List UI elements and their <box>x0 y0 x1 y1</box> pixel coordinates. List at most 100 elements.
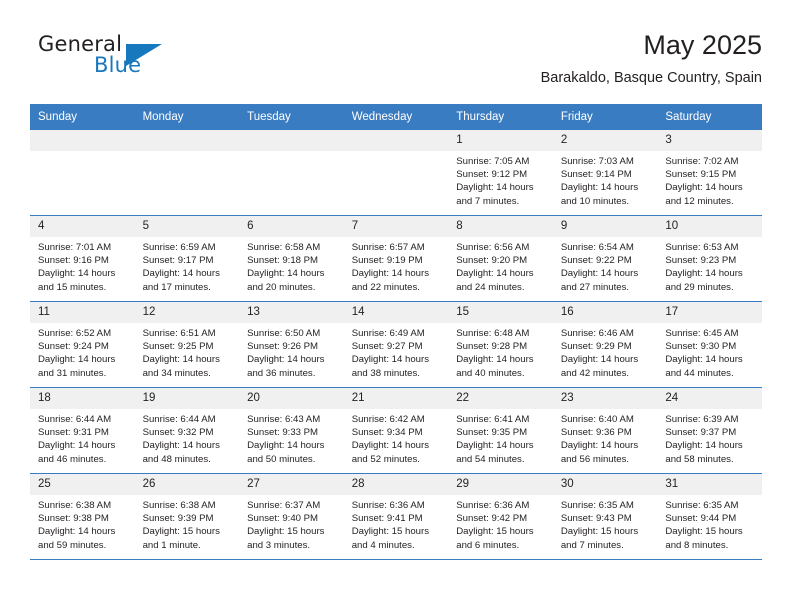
daylight-duration-line1: Daylight: 14 hours <box>560 354 639 366</box>
calendar-day-cell[interactable]: 15 Sunrise: 6:48 AM Sunset: 9:28 PM Dayligh… <box>448 301 553 388</box>
calendar-week-row: 18 Sunrise: 6:44 AM Sunset: 9:31 PM Dayligh… <box>30 387 762 474</box>
day-details: Sunrise: 6:45 AM Sunset: 9:30 PM Daylight:… <box>657 323 762 380</box>
calendar-day-cell[interactable]: 29 Sunrise: 6:36 AM Sunset: 9:42 PM Dayligh… <box>448 473 553 560</box>
calendar-day-cell[interactable]: 14 Sunrise: 6:49 AM Sunset: 9:27 PM Dayligh… <box>343 301 449 388</box>
calendar-day-cell[interactable]: 23 Sunrise: 6:40 AM Sunset: 9:36 PM Dayligh… <box>552 387 658 474</box>
day-cell-inner: 8 Sunrise: 6:56 AM Sunset: 9:20 PM Daylight… <box>448 216 553 301</box>
calendar-day-cell[interactable]: 11 Sunrise: 6:52 AM Sunset: 9:24 PM Dayligh… <box>30 301 135 388</box>
day-number: 29 <box>448 474 553 495</box>
calendar-day-cell[interactable]: 3 Sunrise: 7:02 AM Sunset: 9:15 PM Daylight… <box>657 130 762 216</box>
page-header: General Blue May 2025 Barakaldo, Basque … <box>30 28 762 96</box>
day-number: 4 <box>30 216 135 237</box>
sunrise-time: Sunrise: 6:46 AM <box>560 328 634 339</box>
daylight-duration-line2: and 46 minutes. <box>38 453 107 465</box>
day-details: Sunrise: 7:02 AM Sunset: 9:15 PM Daylight:… <box>657 151 762 208</box>
calendar-grid: Sunday Monday Tuesday Wednesday Thursday… <box>30 104 762 560</box>
day-cell-inner: 31 Sunrise: 6:35 AM Sunset: 9:44 PM Dayligh… <box>657 474 762 559</box>
daylight-duration-line1: Daylight: 15 hours <box>456 526 534 538</box>
day-number: 27 <box>239 474 344 495</box>
calendar-day-cell[interactable]: 24 Sunrise: 6:39 AM Sunset: 9:37 PM Dayligh… <box>657 387 762 474</box>
day-details: Sunrise: 6:49 AM Sunset: 9:27 PM Daylight:… <box>344 323 449 380</box>
day-number: 19 <box>134 388 240 409</box>
calendar-day-cell[interactable]: 25 Sunrise: 6:38 AM Sunset: 9:38 PM Dayligh… <box>30 473 135 560</box>
calendar-day-cell[interactable]: 5 Sunrise: 6:59 AM Sunset: 9:17 PM Daylight… <box>134 215 240 302</box>
daylight-duration-line1: Daylight: 14 hours <box>456 268 534 280</box>
sunrise-time: Sunrise: 6:43 AM <box>247 414 321 425</box>
day-cell-inner: 16 Sunrise: 6:46 AM Sunset: 9:29 PM Dayligh… <box>552 302 658 387</box>
weekday-header-sunday: Sunday <box>30 104 135 130</box>
sunset-time: Sunset: 9:30 PM <box>665 341 737 353</box>
calendar-day-cell[interactable]: 9 Sunrise: 6:54 AM Sunset: 9:22 PM Daylight… <box>552 215 658 302</box>
calendar-day-cell[interactable]: 2 Sunrise: 7:03 AM Sunset: 9:14 PM Daylight… <box>552 130 658 216</box>
calendar-day-cell[interactable]: 27 Sunrise: 6:37 AM Sunset: 9:40 PM Dayligh… <box>239 473 344 560</box>
day-cell-inner: 3 Sunrise: 7:02 AM Sunset: 9:15 PM Daylight… <box>657 130 762 215</box>
sunset-time: Sunset: 9:32 PM <box>142 427 214 439</box>
sunset-time: Sunset: 9:40 PM <box>247 513 319 525</box>
calendar-day-cell[interactable]: 30 Sunrise: 6:35 AM Sunset: 9:43 PM Dayligh… <box>552 473 658 560</box>
daylight-duration-line2: and 10 minutes. <box>560 195 630 207</box>
general-blue-logo[interactable]: General Blue <box>30 32 210 90</box>
day-cell-inner: 23 Sunrise: 6:40 AM Sunset: 9:36 PM Dayligh… <box>552 388 658 473</box>
day-details: Sunrise: 6:40 AM Sunset: 9:36 PM Daylight:… <box>553 409 658 466</box>
sunrise-time: Sunrise: 6:53 AM <box>665 242 739 253</box>
daylight-duration-line1: Daylight: 14 hours <box>351 440 430 452</box>
calendar-day-cell[interactable]: 21 Sunrise: 6:42 AM Sunset: 9:34 PM Dayligh… <box>343 387 449 474</box>
daylight-duration-line1: Daylight: 14 hours <box>560 268 639 280</box>
calendar-day-cell[interactable]: 22 Sunrise: 6:41 AM Sunset: 9:35 PM Dayligh… <box>448 387 553 474</box>
calendar-day-cell[interactable]: 8 Sunrise: 6:56 AM Sunset: 9:20 PM Daylight… <box>448 215 553 302</box>
day-cell-inner: 15 Sunrise: 6:48 AM Sunset: 9:28 PM Dayligh… <box>448 302 553 387</box>
calendar-day-cell-empty <box>239 130 344 216</box>
day-number: 2 <box>552 130 658 151</box>
sunset-time: Sunset: 9:26 PM <box>247 341 319 353</box>
calendar-day-cell[interactable]: 16 Sunrise: 6:46 AM Sunset: 9:29 PM Dayligh… <box>552 301 658 388</box>
daylight-duration-line2: and 22 minutes. <box>351 281 420 293</box>
daylight-duration-line2: and 7 minutes. <box>456 195 520 207</box>
day-number: 7 <box>343 216 449 237</box>
day-number: 28 <box>343 474 449 495</box>
day-details: Sunrise: 6:44 AM Sunset: 9:32 PM Daylight:… <box>135 409 240 466</box>
sunset-time: Sunset: 9:34 PM <box>351 427 423 439</box>
calendar-day-cell[interactable]: 20 Sunrise: 6:43 AM Sunset: 9:33 PM Dayligh… <box>239 387 344 474</box>
daylight-duration-line2: and 50 minutes. <box>247 453 316 465</box>
calendar-day-cell[interactable]: 31 Sunrise: 6:35 AM Sunset: 9:44 PM Dayligh… <box>657 473 762 560</box>
sunrise-time: Sunrise: 6:45 AM <box>665 328 739 339</box>
calendar-day-cell[interactable]: 26 Sunrise: 6:38 AM Sunset: 9:39 PM Dayligh… <box>134 473 240 560</box>
sunrise-time: Sunrise: 6:38 AM <box>38 500 112 511</box>
calendar-day-cell[interactable]: 13 Sunrise: 6:50 AM Sunset: 9:26 PM Dayligh… <box>239 301 344 388</box>
calendar-day-cell[interactable]: 6 Sunrise: 6:58 AM Sunset: 9:18 PM Daylight… <box>239 215 344 302</box>
sunrise-time: Sunrise: 7:02 AM <box>665 156 739 167</box>
sunset-time: Sunset: 9:27 PM <box>351 341 423 353</box>
calendar-day-cell[interactable]: 28 Sunrise: 6:36 AM Sunset: 9:41 PM Dayligh… <box>343 473 449 560</box>
daylight-duration-line2: and 3 minutes. <box>247 539 311 551</box>
daylight-duration-line1: Daylight: 14 hours <box>142 354 220 366</box>
calendar-day-cell[interactable]: 12 Sunrise: 6:51 AM Sunset: 9:25 PM Dayligh… <box>134 301 240 388</box>
sunset-time: Sunset: 9:38 PM <box>38 513 109 525</box>
daylight-duration-line2: and 34 minutes. <box>142 367 211 379</box>
calendar-day-cell[interactable]: 18 Sunrise: 6:44 AM Sunset: 9:31 PM Dayligh… <box>30 387 135 474</box>
calendar-day-cell[interactable]: 19 Sunrise: 6:44 AM Sunset: 9:32 PM Dayligh… <box>134 387 240 474</box>
calendar-day-cell[interactable]: 4 Sunrise: 7:01 AM Sunset: 9:16 PM Daylight… <box>30 215 135 302</box>
daylight-duration-line1: Daylight: 14 hours <box>665 354 743 366</box>
day-number <box>30 130 135 151</box>
daylight-duration-line2: and 27 minutes. <box>560 281 630 293</box>
calendar-day-cell[interactable]: 10 Sunrise: 6:53 AM Sunset: 9:23 PM Dayligh… <box>657 215 762 302</box>
day-number: 8 <box>448 216 553 237</box>
daylight-duration-line1: Daylight: 15 hours <box>560 526 639 538</box>
day-number: 5 <box>134 216 240 237</box>
calendar-day-cell[interactable]: 1 Sunrise: 7:05 AM Sunset: 9:12 PM Daylight… <box>448 130 553 216</box>
day-number <box>239 130 344 151</box>
day-number: 17 <box>657 302 762 323</box>
sunrise-time: Sunrise: 6:44 AM <box>142 414 216 425</box>
day-details: Sunrise: 6:35 AM Sunset: 9:44 PM Daylight:… <box>657 495 762 552</box>
sunrise-time: Sunrise: 6:38 AM <box>142 500 216 511</box>
day-details: Sunrise: 6:42 AM Sunset: 9:34 PM Daylight:… <box>344 409 449 466</box>
sunrise-time: Sunrise: 6:35 AM <box>560 500 634 511</box>
sunrise-time: Sunrise: 6:35 AM <box>665 500 739 511</box>
daylight-duration-line2: and 44 minutes. <box>665 367 734 379</box>
day-details: Sunrise: 6:58 AM Sunset: 9:18 PM Daylight:… <box>239 237 344 294</box>
day-details: Sunrise: 7:03 AM Sunset: 9:14 PM Daylight:… <box>553 151 658 208</box>
day-details: Sunrise: 6:56 AM Sunset: 9:20 PM Daylight:… <box>448 237 553 294</box>
calendar-day-cell[interactable]: 7 Sunrise: 6:57 AM Sunset: 9:19 PM Daylight… <box>343 215 449 302</box>
calendar-day-cell[interactable]: 17 Sunrise: 6:45 AM Sunset: 9:30 PM Dayligh… <box>657 301 762 388</box>
sunset-time: Sunset: 9:23 PM <box>665 255 737 267</box>
